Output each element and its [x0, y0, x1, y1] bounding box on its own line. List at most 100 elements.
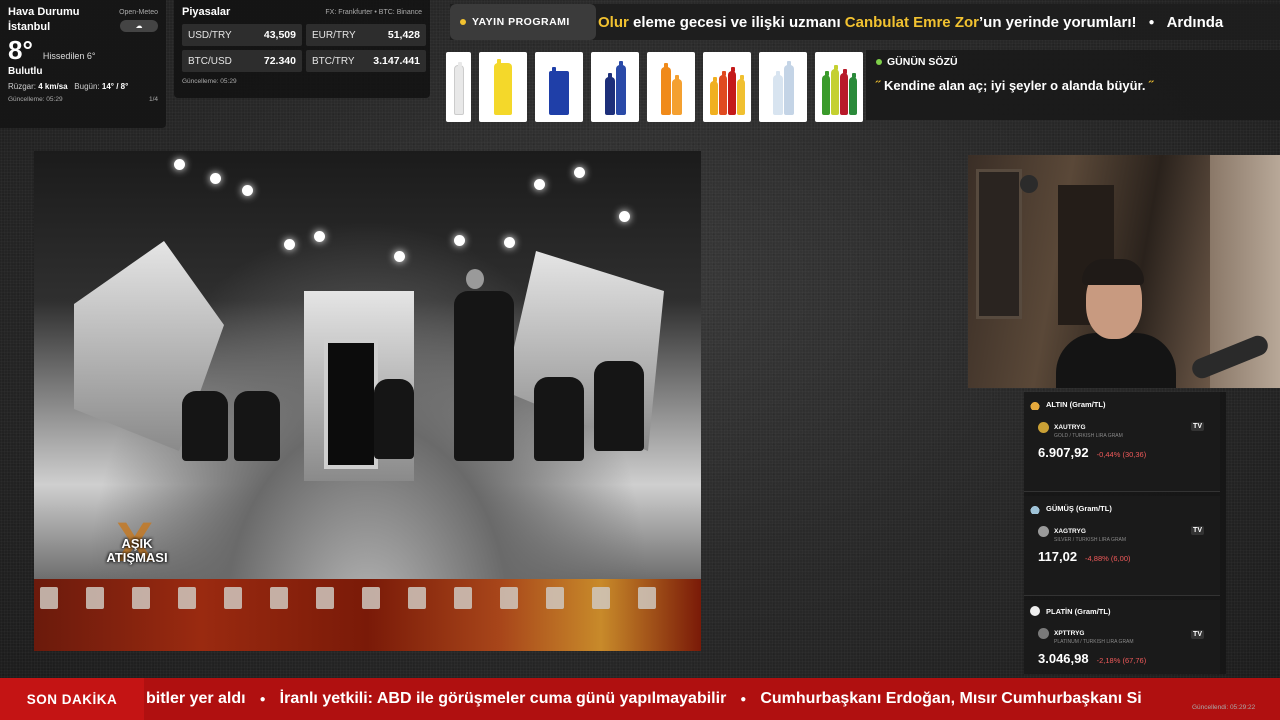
schedule-ticker: Olur eleme gecesi ve ilişki uzmanı Canbu… [450, 4, 1280, 40]
film-hole [40, 587, 58, 609]
metal-price: 3.046,98 [1038, 651, 1089, 666]
product-image [479, 52, 527, 122]
today-label: Bugün: [74, 82, 100, 91]
musician [534, 377, 584, 461]
logo-line-1: AŞIK [121, 536, 153, 551]
markets-updated: Güncelleme: 05:29 [182, 78, 237, 85]
stage-light [210, 173, 221, 184]
breaking-item: bitler yer aldı [146, 690, 246, 707]
metals-updated: Güncellendi: 05:29:22 [1192, 704, 1256, 711]
cam-background-door [976, 169, 1022, 319]
stage-light [394, 251, 405, 262]
metal-change: -0,44% (30,36) [1096, 450, 1147, 459]
metals-panel: ALTIN (Gram/TL) XAUTRYG GOLD / TURKISH L… [1024, 392, 1226, 674]
weather-page-indicator: 1/4 [148, 96, 158, 103]
market-value: 43,509 [263, 29, 296, 41]
market-item-usdtry: USD/TRY 43,509 [182, 24, 302, 46]
market-item-btcusd: BTC/USD 72.340 [182, 50, 302, 72]
logo-line-2: ATIŞMASI [106, 550, 168, 565]
stage-light [174, 159, 185, 170]
silver-medal-icon [1030, 502, 1040, 514]
film-hole [408, 587, 426, 609]
musician [234, 391, 280, 461]
metal-card-silver[interactable]: GÜMÜŞ (Gram/TL) XAGTRYG SILVER / TURKISH… [1024, 496, 1220, 596]
webcam-feed [968, 155, 1280, 388]
film-hole [454, 587, 472, 609]
quote-text: Kendine alan aç; iyi şeyler o alanda büy… [883, 78, 1146, 93]
quote-open-mark: ˝ [876, 78, 881, 93]
metal-symbol: XPTTRYG [1054, 630, 1085, 637]
weather-condition: Bulutlu [8, 66, 43, 77]
quote-dot-icon [876, 59, 882, 65]
market-item-btctry: BTC/TRY 3.147.441 [306, 50, 426, 72]
metal-change: -4,88% (6,00) [1085, 554, 1131, 563]
metal-price: 117,02 [1038, 549, 1078, 564]
schedule-text-1: Olur [598, 13, 629, 31]
quote-text-line: ˝ Kendine alan aç; iyi şeyler o alanda b… [876, 78, 1270, 93]
product-image [591, 52, 639, 122]
musician [374, 379, 414, 459]
schedule-text-2: eleme gecesi ve ilişki uzmanı [628, 13, 845, 31]
metal-symbol: XAGTRYG [1054, 528, 1086, 535]
metal-symbol: XAUTRYG [1054, 424, 1086, 431]
performer [454, 291, 514, 461]
metal-name: PLATİN (Gram/TL) [1046, 606, 1111, 616]
sponsor-products [446, 52, 863, 122]
stage-light [504, 237, 515, 248]
quote-close-mark: ˝ [1149, 78, 1154, 93]
cam-background-lamp [1020, 175, 1038, 193]
gold-coin-icon [1038, 422, 1049, 433]
metal-card-platinum[interactable]: PLATİN (Gram/TL) XPTTRYG PLATINUM / TURK… [1024, 600, 1220, 674]
film-hole [270, 587, 288, 609]
stage-light [314, 231, 325, 242]
film-hole [86, 587, 104, 609]
metal-price: 6.907,92 [1038, 445, 1089, 460]
market-item-eurtry: EUR/TRY 51,428 [306, 24, 426, 46]
metal-name: GÜMÜŞ (Gram/TL) [1046, 503, 1112, 513]
silver-coin-icon [1038, 526, 1049, 537]
stage-light [574, 167, 585, 178]
product-image [535, 52, 583, 122]
market-pair: EUR/TRY [312, 29, 356, 41]
film-hole [224, 587, 242, 609]
schedule-text-5: Ardında [1166, 13, 1224, 31]
weather-widget: Hava Durumu Open-Meteo İstanbul ☁ 8° His… [0, 0, 166, 128]
weather-updated: Güncelleme: 05:29 [8, 96, 63, 103]
market-pair: BTC/TRY [312, 55, 355, 67]
weather-cloud-icon: ☁ [120, 19, 158, 32]
schedule-text-3: Canbulat Emre Zor [844, 13, 979, 31]
metal-name: ALTIN (Gram/TL) [1046, 399, 1106, 409]
platinum-dot-icon [1030, 606, 1040, 616]
video-player[interactable]: X AŞIK ATIŞMASI [34, 151, 701, 651]
wind-label: Rüzgar: [8, 82, 37, 91]
film-hole [546, 587, 564, 609]
breaking-item: Cumhurbaşkanı Erdoğan, Mısır Cumhurbaşka… [760, 690, 1142, 707]
weather-title: Hava Durumu [8, 6, 80, 18]
markets-widget: Piyasalar FX: Frankfurter • BTC: Binance… [174, 0, 430, 98]
film-hole [592, 587, 610, 609]
separator-dot-icon: ● [259, 693, 266, 705]
weather-source: Open-Meteo [119, 8, 158, 16]
film-hole [362, 587, 380, 609]
metal-description: GOLD / TURKISH LIRA GRAM [1054, 433, 1123, 439]
quote-label: GÜNÜN SÖZÜ [887, 56, 958, 68]
breaking-news-label: SON DAKİKA [0, 678, 144, 720]
product-image [815, 52, 863, 122]
product-image [446, 52, 471, 122]
weather-feels-like: Hissedilen 6° [42, 51, 96, 61]
live-dot-icon [460, 19, 466, 25]
today-value: 14° / 8° [101, 82, 129, 91]
weather-temperature: 8° [8, 35, 33, 65]
schedule-label: YAYIN PROGRAMI [472, 16, 570, 28]
gold-medal-icon [1030, 398, 1040, 410]
stage-light [534, 179, 545, 190]
film-hole [500, 587, 518, 609]
tradingview-icon: TV [1191, 526, 1204, 535]
film-hole [638, 587, 656, 609]
metal-card-gold[interactable]: ALTIN (Gram/TL) XAUTRYG GOLD / TURKISH L… [1024, 392, 1220, 492]
product-image [647, 52, 695, 122]
metal-description: PLATINUM / TURKISH LIRA GRAM [1054, 639, 1134, 645]
market-value: 72.340 [263, 55, 296, 67]
musician [182, 391, 228, 461]
market-pair: BTC/USD [188, 55, 232, 67]
